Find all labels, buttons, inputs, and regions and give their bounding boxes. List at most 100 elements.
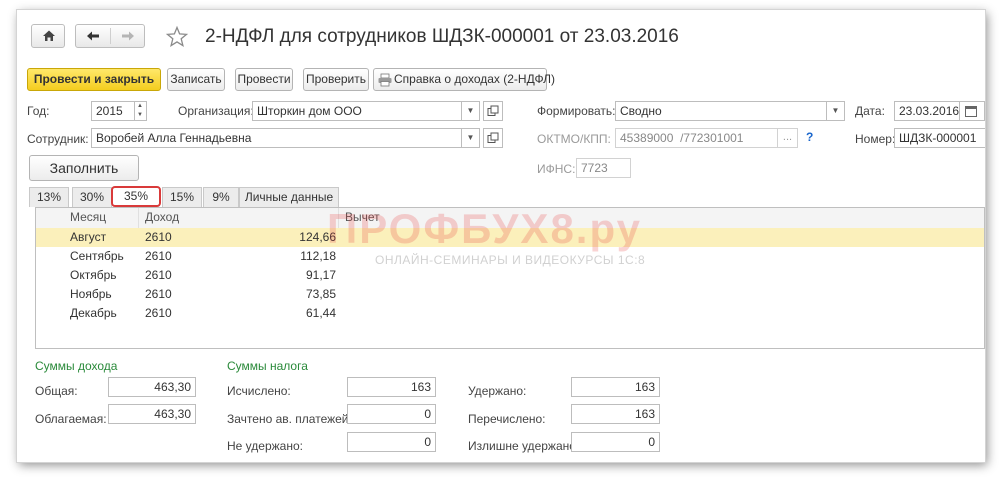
check-button[interactable]: Проверить	[303, 68, 369, 91]
income-amount-cell: 61,44	[305, 306, 336, 320]
star-icon	[165, 25, 189, 48]
watermark-tagline: ОНЛАЙН-СЕМИНАРЫ И ВИДЕОКУРСЫ 1С:8	[375, 253, 646, 267]
page-title: 2-НДФЛ для сотрудников ШДЗК-000001 от 23…	[205, 26, 679, 47]
spin-down-icon: ▼	[137, 112, 143, 118]
tax-sums-title: Суммы налога	[227, 359, 308, 373]
income-code-cell: 2610	[145, 268, 172, 282]
organization-label: Организация:	[178, 104, 254, 118]
employee-label: Сотрудник:	[27, 132, 89, 146]
tax-excess-field[interactable]: 0	[571, 432, 660, 452]
month-cell: Декабрь	[70, 306, 117, 320]
tax-advance-field[interactable]: 0	[347, 404, 436, 424]
tax-calculated-field[interactable]: 163	[347, 377, 436, 397]
document-window: 2-НДФЛ для сотрудников ШДЗК-000001 от 23…	[17, 10, 985, 462]
home-icon	[43, 30, 55, 41]
help-icon[interactable]: ?	[806, 130, 813, 144]
organization-dropdown[interactable]: ▼	[462, 101, 480, 121]
chevron-down-icon: ▼	[466, 133, 475, 142]
income-amount-cell: 112,18	[300, 249, 336, 263]
income-code-cell: 2610	[145, 249, 172, 263]
month-cell: Август	[70, 230, 107, 244]
tax-calculated-label: Исчислено:	[227, 384, 291, 398]
tax-withheld-field[interactable]: 163	[571, 377, 660, 397]
income-amount-cell: 91,17	[305, 268, 336, 282]
table-row[interactable]: Октябрь 2610 91,17	[36, 266, 984, 285]
date-field[interactable]: 23.03.2016	[894, 101, 960, 121]
chevron-down-icon: ▼	[831, 106, 840, 115]
chevron-down-icon: ▼	[466, 106, 475, 115]
tax-not-withheld-label: Не удержано:	[227, 439, 303, 453]
arrow-left-icon	[87, 31, 99, 41]
employee-open-button[interactable]	[483, 128, 503, 148]
income-taxable-label: Облагаемая:	[35, 412, 107, 426]
printer-icon	[378, 73, 392, 87]
month-cell: Сентябрь	[70, 249, 124, 263]
form-mode-dropdown[interactable]: ▼	[827, 101, 845, 121]
number-field[interactable]: ШДЗК-000001	[894, 128, 985, 148]
oktmo-value: 45389000	[620, 131, 674, 145]
spin-up-icon: ▲	[137, 103, 143, 109]
tax-not-withheld-field[interactable]: 0	[347, 432, 436, 452]
post-button[interactable]: Провести	[235, 68, 293, 91]
form-mode-field[interactable]: Сводно	[615, 101, 827, 121]
column-header-income[interactable]: Доход	[139, 208, 339, 228]
employee-field[interactable]: Воробей Алла Геннадьевна	[91, 128, 462, 148]
ifns-label: ИФНС:	[537, 162, 576, 176]
tab-15[interactable]: 15%	[162, 187, 202, 207]
oktmo-select-button[interactable]: ...	[778, 128, 798, 148]
calendar-icon	[965, 106, 977, 117]
year-field[interactable]: 2015	[91, 101, 135, 121]
ifns-field: 7723	[576, 158, 631, 178]
form-mode-label: Формировать:	[537, 104, 616, 118]
tab-personal-data[interactable]: Личные данные	[239, 187, 339, 207]
organization-field[interactable]: Шторкин дом ООО	[252, 101, 462, 121]
income-total-label: Общая:	[35, 384, 78, 398]
number-label: Номер:	[855, 132, 896, 146]
income-taxable-field[interactable]: 463,30	[108, 404, 196, 424]
tax-transferred-field[interactable]: 163	[571, 404, 660, 424]
table-row[interactable]: Ноябрь 2610 73,85	[36, 285, 984, 304]
tab-13[interactable]: 13%	[29, 187, 69, 207]
favorite-star[interactable]	[165, 25, 189, 52]
back-button[interactable]	[76, 25, 110, 47]
income-certificate-button[interactable]: Справка о доходах (2-НДФЛ)	[373, 68, 555, 91]
tab-9[interactable]: 9%	[203, 187, 239, 207]
month-cell: Ноябрь	[70, 287, 112, 301]
tab-30[interactable]: 30%	[72, 187, 112, 207]
income-amount-cell: 73,85	[305, 287, 336, 301]
table-row[interactable]: Декабрь 2610 61,44	[36, 304, 984, 323]
history-nav	[75, 24, 145, 48]
column-header-month[interactable]: Месяц	[64, 208, 139, 228]
home-button[interactable]	[31, 24, 65, 48]
income-certificate-label: Справка о доходах (2-НДФЛ)	[394, 72, 556, 86]
open-form-icon	[487, 105, 499, 116]
post-and-close-button[interactable]: Провести и закрыть	[27, 68, 161, 91]
income-code-cell: 2610	[145, 230, 172, 244]
arrow-right-icon	[122, 31, 134, 41]
income-code-cell: 2610	[145, 287, 172, 301]
oktmo-label: ОКТМО/КПП:	[537, 132, 611, 146]
oktmo-field: 45389000 /772301001	[615, 128, 778, 148]
tax-transferred-label: Перечислено:	[468, 412, 546, 426]
year-spinner[interactable]: ▲ ▼	[134, 101, 147, 121]
tax-withheld-label: Удержано:	[468, 384, 527, 398]
tax-excess-label: Излишне удержано:	[468, 439, 580, 453]
year-label: Год:	[27, 104, 50, 118]
income-total-field[interactable]: 463,30	[108, 377, 196, 397]
save-button[interactable]: Записать	[167, 68, 225, 91]
employee-dropdown[interactable]: ▼	[462, 128, 480, 148]
tax-advance-label: Зачтено ав. платежей:	[227, 412, 352, 426]
income-amount-cell: 124,66	[299, 230, 336, 244]
income-code-cell: 2610	[145, 306, 172, 320]
open-form-icon	[487, 132, 499, 143]
date-label: Дата:	[855, 104, 885, 118]
tab-35[interactable]: 35%	[111, 186, 161, 207]
income-sums-title: Суммы дохода	[35, 359, 118, 373]
kpp-value: /772301001	[680, 131, 744, 145]
date-picker-button[interactable]	[960, 101, 985, 121]
organization-open-button[interactable]	[483, 101, 503, 121]
watermark-brand: ПРОФБУХ8.ру	[327, 205, 642, 252]
fill-button[interactable]: Заполнить	[29, 155, 139, 181]
forward-button[interactable]	[111, 25, 145, 47]
month-cell: Октябрь	[70, 268, 117, 282]
